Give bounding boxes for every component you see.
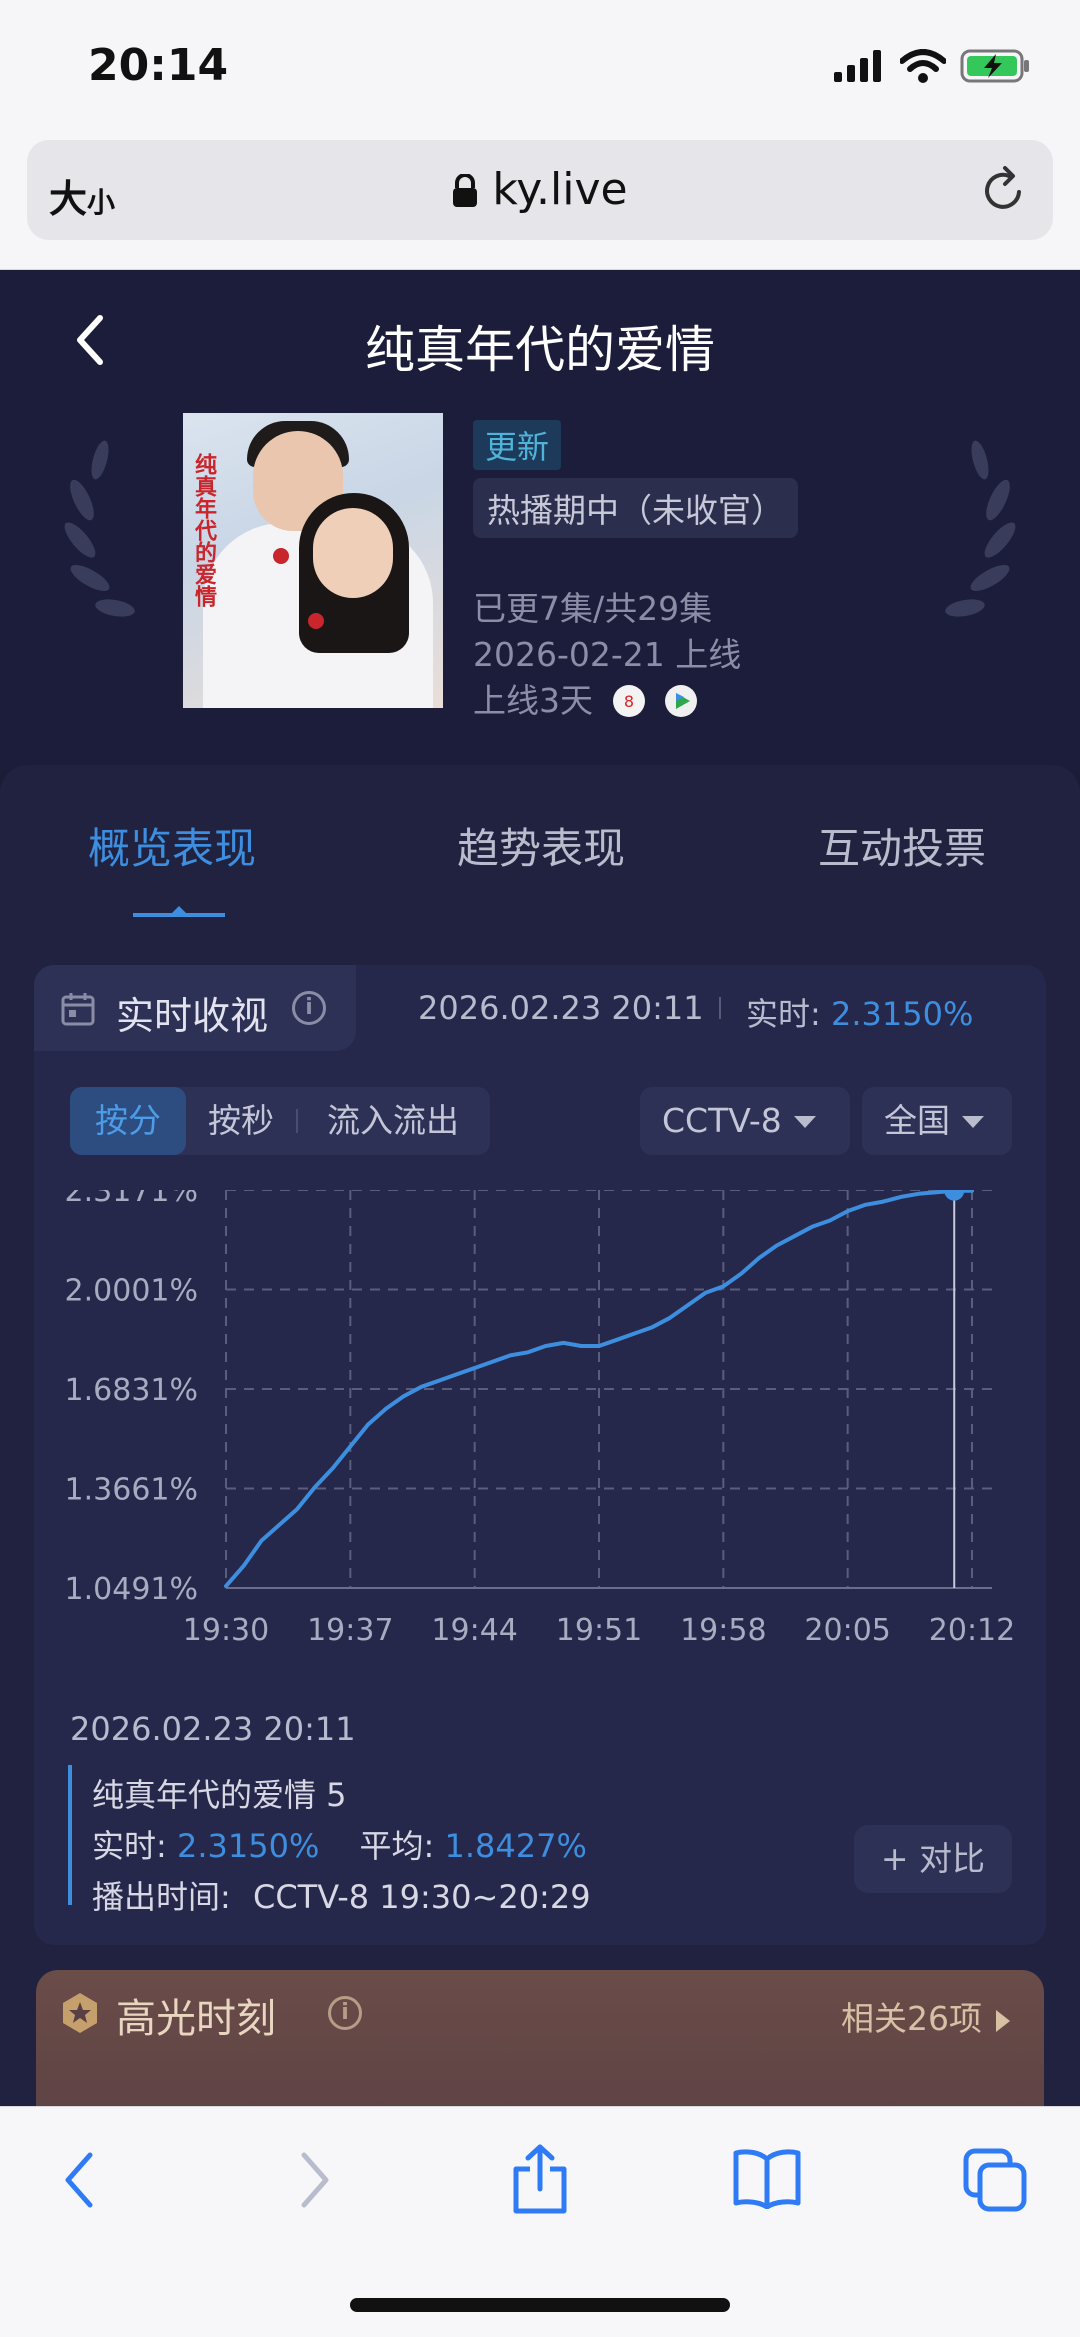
realtime-header: 实时收视 i: [34, 965, 356, 1051]
video-platform-icon: [665, 685, 697, 717]
x-tick-label: 19:58: [680, 1613, 766, 1648]
detail-episode: 纯真年代的爱情 5: [92, 1776, 347, 1814]
system-icons: [834, 48, 1032, 84]
granularity-segmented-control: 按分 按秒 流入流出: [70, 1087, 490, 1155]
detail-realtime-value: 2.3150%: [176, 1827, 320, 1865]
detail-average-value: 1.8427%: [444, 1827, 587, 1865]
channel-dropdown[interactable]: CCTV-8: [640, 1087, 850, 1155]
detail-airtime-label: 播出时间:: [92, 1878, 231, 1916]
info-icon[interactable]: i: [328, 1996, 362, 2030]
poster-rose: [273, 548, 289, 564]
back-icon[interactable]: [60, 2147, 100, 2213]
laurel-right-icon: [945, 440, 1016, 617]
detail-airtime-value: CCTV-8 19:30~20:29: [252, 1878, 591, 1916]
segment-by-second[interactable]: 按秒: [186, 1087, 296, 1155]
realtime-rating: 实时: 2.3150%: [746, 989, 973, 1035]
share-icon[interactable]: [510, 2143, 570, 2215]
highlights-more-label: 相关26项: [841, 1999, 982, 2038]
realtime-panel: 实时收视 i 2026.02.23 20:11 实时: 2.3150% 按分 按…: [34, 965, 1046, 1945]
address-bar[interactable]: 大小 ky.live: [27, 140, 1053, 240]
x-tick-label: 19:44: [431, 1613, 517, 1648]
x-tick-label: 19:30: [183, 1613, 269, 1648]
battery-charging-icon: [960, 49, 1029, 83]
highlights-title: 高光时刻: [116, 1996, 276, 2042]
reload-icon[interactable]: [981, 166, 1027, 214]
tab-vote[interactable]: 互动投票: [818, 815, 986, 876]
y-tick-label: 1.0491%: [65, 1572, 198, 1607]
main-card: 概览表现 趋势表现 互动投票 实时收视 i 2026.02.23 20:11 实…: [0, 765, 1080, 2115]
page-title: 纯真年代的爱情: [365, 321, 715, 379]
bookmarks-icon[interactable]: [732, 2147, 802, 2209]
y-tick-label: 2.0001%: [65, 1274, 198, 1309]
poster-rose: [308, 613, 324, 629]
episode-count: 已更7集/共29集: [473, 589, 713, 628]
x-tick-label: 20:05: [804, 1613, 890, 1648]
x-tick-label: 20:12: [929, 1613, 1015, 1648]
realtime-value: 2.3150%: [830, 995, 974, 1033]
days-online: 上线3天: [473, 681, 593, 720]
url-text: ky.live: [492, 164, 628, 215]
realtime-label: 实时:: [746, 995, 821, 1033]
lock-icon: [453, 174, 478, 207]
poster-girl-face: [313, 508, 393, 598]
detail-realtime-label: 实时:: [92, 1827, 167, 1865]
status-badge: 热播期中（未收官）: [473, 478, 798, 538]
browser-address-area: 大小 ky.live: [0, 130, 1080, 270]
badge-star-icon: [63, 1993, 97, 2033]
drama-header: 纯真年代的爱情 纯真年代的爱情 更新 热播期中（未收官） 已更7集/共29集 2…: [0, 270, 1080, 770]
tab-overview[interactable]: 概览表现: [88, 815, 256, 876]
divider: [719, 997, 721, 1019]
home-indicator: [350, 2298, 730, 2312]
chevron-down-icon: [793, 1116, 816, 1128]
cellular-signal-icon: [834, 50, 881, 82]
segment-flow[interactable]: 流入流出: [298, 1087, 488, 1155]
calendar-icon: [61, 993, 95, 1026]
region-dropdown[interactable]: 全国: [862, 1087, 1012, 1155]
realtime-title: 实时收视: [116, 994, 269, 1038]
poster-image[interactable]: 纯真年代的爱情: [183, 413, 443, 708]
y-tick-label: 2.3171%: [65, 1190, 198, 1209]
tab-trend[interactable]: 趋势表现: [457, 815, 625, 876]
highlights-more-link[interactable]: 相关26项: [841, 1992, 1010, 2040]
status-time: 20:14: [88, 40, 229, 91]
y-tick-label: 1.6831%: [65, 1373, 198, 1408]
segment-by-minute[interactable]: 按分: [70, 1087, 186, 1155]
region-dropdown-label: 全国: [884, 1101, 950, 1140]
compare-button[interactable]: + 对比: [854, 1825, 1012, 1893]
x-tick-label: 19:51: [556, 1613, 642, 1648]
tabs-icon[interactable]: [962, 2147, 1028, 2213]
info-icon[interactable]: i: [292, 991, 326, 1025]
channel-dropdown-label: CCTV-8: [662, 1101, 782, 1140]
highlight-point: [944, 1190, 965, 1201]
wifi-icon: [900, 49, 946, 83]
poster-title: 纯真年代的爱情: [191, 453, 216, 607]
tab-indicator: [133, 913, 225, 917]
y-tick-label: 1.3661%: [65, 1473, 198, 1508]
laurel-left-icon: [64, 440, 135, 617]
x-tick-label: 19:37: [307, 1613, 393, 1648]
detail-timestamp: 2026.02.23 20:11: [70, 1710, 356, 1748]
play-arrow-icon: [996, 2010, 1010, 2032]
detail-accent-bar: [68, 1765, 72, 1905]
days-online-row: 上线3天 8: [473, 674, 698, 722]
svg-text:8: 8: [623, 692, 633, 711]
ratings-line-chart[interactable]: 2.3171% 2.0001% 1.6831% 1.3661% 1.0491% 19:30…: [34, 1190, 1046, 1690]
forward-icon[interactable]: [294, 2147, 334, 2213]
detail-ratings: 实时: 2.3150% 平均: 1.8427%: [92, 1821, 587, 1867]
detail-airtime: 播出时间: CCTV-8 19:30~20:29: [92, 1872, 591, 1918]
detail-average-label: 平均:: [359, 1827, 435, 1865]
url-display[interactable]: ky.live: [27, 164, 1053, 215]
realtime-timestamp: 2026.02.23 20:11: [418, 989, 704, 1027]
chevron-down-icon: [962, 1116, 984, 1128]
status-bar: 20:14: [0, 0, 1080, 130]
premiere-date: 2026-02-21 上线: [473, 635, 742, 674]
cctv8-icon: 8: [612, 685, 645, 717]
update-badge: 更新: [473, 420, 562, 470]
